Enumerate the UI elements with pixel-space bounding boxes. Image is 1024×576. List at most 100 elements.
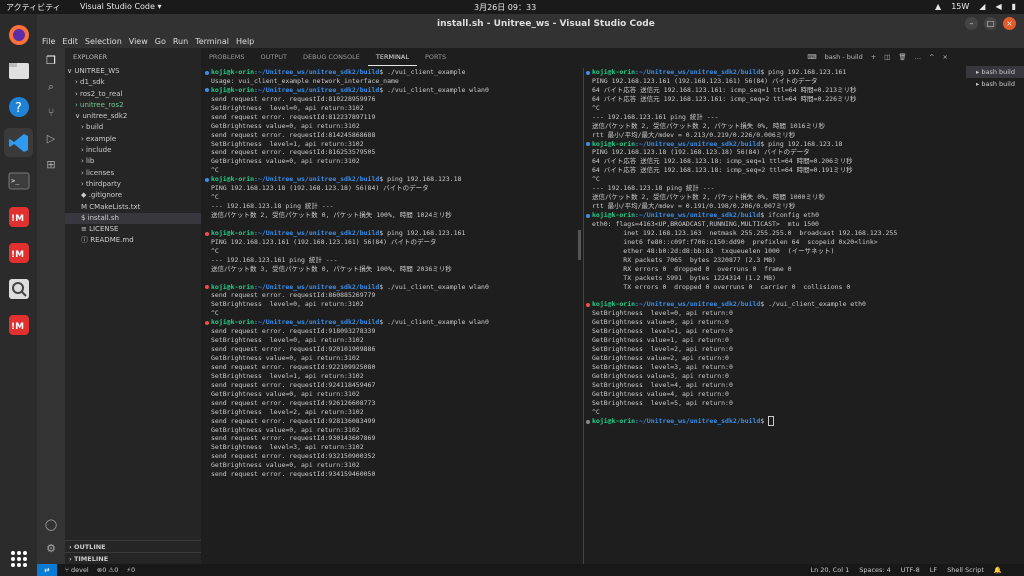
menu-item-run[interactable]: Run bbox=[173, 37, 188, 46]
status-item[interactable]: Shell Script bbox=[947, 566, 984, 574]
terminal-line: --- 192.168.123.18 ping 統計 --- bbox=[211, 202, 334, 211]
terminal-divider[interactable] bbox=[583, 68, 584, 564]
tab-terminal[interactable]: TERMINAL bbox=[367, 48, 417, 66]
tree-item[interactable]: › build bbox=[65, 122, 201, 133]
app-menu[interactable]: Visual Studio Code ▾ bbox=[80, 2, 162, 11]
app-red-icon[interactable]: !M bbox=[4, 238, 33, 267]
system-top-bar: アクティビティ Visual Studio Code ▾ 3月26日 09：33… bbox=[0, 0, 1024, 14]
terminal-line: send request error. requestId:9301436078… bbox=[211, 434, 376, 443]
menu-item-go[interactable]: Go bbox=[155, 37, 166, 46]
more-icon[interactable]: … bbox=[915, 53, 922, 61]
command-text: ping 192.168.123.18 bbox=[387, 175, 462, 184]
status-item[interactable]: 🔔 bbox=[994, 566, 1002, 574]
terminal-left[interactable]: koji@k-orin :~/Unitree_ws/unitree_sdk2/bu… bbox=[211, 68, 576, 564]
status-item[interactable]: Ln 20, Col 1 bbox=[810, 566, 849, 574]
prompt-user: koji@k-orin bbox=[211, 228, 255, 237]
prompt-path: :~/Unitree_ws/unitree_sdk2/build bbox=[635, 416, 761, 425]
maximize-button[interactable]: □ bbox=[984, 17, 997, 30]
search-icon[interactable]: ⌕ bbox=[43, 80, 59, 96]
tree-item[interactable]: ◆ .gitignore bbox=[65, 190, 201, 201]
tree-item[interactable]: › unitree_ros2 bbox=[65, 100, 201, 111]
tree-item[interactable]: › lib bbox=[65, 156, 201, 167]
tree-item[interactable]: › d1_sdk bbox=[65, 77, 201, 88]
minimize-button[interactable]: – bbox=[965, 17, 978, 30]
tree-item[interactable]: › licenses bbox=[65, 168, 201, 179]
shell-item[interactable]: ▸ bash build bbox=[966, 78, 1024, 90]
add-terminal-button[interactable]: + bbox=[871, 53, 876, 61]
menu-item-edit[interactable]: Edit bbox=[62, 37, 78, 46]
menu-item-terminal[interactable]: Terminal bbox=[195, 37, 229, 46]
terminal-right[interactable]: koji@k-orin :~/Unitree_ws/unitree_sdk2/bu… bbox=[592, 68, 974, 564]
tab-debug-console[interactable]: DEBUG CONSOLE bbox=[295, 53, 368, 61]
status-item[interactable]: LF bbox=[930, 566, 937, 574]
trash-icon[interactable]: 🗑 bbox=[898, 53, 906, 61]
clock[interactable]: 3月26日 09：33 bbox=[474, 2, 536, 13]
prompt-path: :~/Unitree_ws/unitree_sdk2/build bbox=[254, 85, 380, 94]
split-terminal-icon[interactable]: ◫ bbox=[884, 53, 890, 61]
vscode-icon[interactable] bbox=[4, 128, 33, 157]
tree-item[interactable]: › thirdparty bbox=[65, 179, 201, 190]
terminal-line: send request error. requestId:8162535795… bbox=[211, 148, 376, 157]
left-scrollbar[interactable] bbox=[578, 230, 581, 260]
activities-button[interactable]: アクティビティ bbox=[6, 2, 61, 13]
tree-item[interactable]: ≡ LICENSE bbox=[65, 224, 201, 235]
status-item[interactable]: UTF-8 bbox=[901, 566, 920, 574]
firefox-icon[interactable] bbox=[4, 20, 33, 49]
terminal-line: PING 192.168.123.161 (192.168.123.161) 5… bbox=[211, 237, 437, 246]
close-button[interactable]: × bbox=[1003, 17, 1016, 30]
gear-icon[interactable]: ⚙ bbox=[43, 542, 59, 558]
terminal-line: SetBrightness level=1, api return:0 bbox=[592, 327, 733, 336]
prompt-symbol: $ bbox=[760, 68, 769, 76]
close-panel-icon[interactable]: × bbox=[943, 53, 948, 61]
terminal-line: TX errors 0 dropped 0 overruns 0 carrier… bbox=[592, 282, 851, 291]
menu-item-view[interactable]: View bbox=[129, 37, 148, 46]
help-icon[interactable]: ? bbox=[4, 92, 33, 121]
tree-item[interactable]: $ install.sh bbox=[65, 212, 201, 225]
tree-item[interactable]: › ros2_to_real bbox=[65, 89, 201, 100]
maximize-panel-icon[interactable]: ^ bbox=[929, 53, 934, 61]
explorer-icon[interactable]: ❐ bbox=[43, 54, 59, 70]
tab-ports[interactable]: PORTS bbox=[417, 53, 454, 61]
prompt-user: koji@k-orin bbox=[592, 300, 636, 309]
tree-item[interactable]: M CMakeLists.txt bbox=[65, 202, 201, 213]
timeline-section[interactable]: › TIMELINE bbox=[65, 552, 201, 564]
exit-status-dot bbox=[205, 70, 209, 75]
outline-section[interactable]: › OUTLINE bbox=[65, 540, 201, 552]
source-control-icon[interactable]: ⑂ bbox=[43, 106, 59, 122]
shell-label[interactable]: bash - build bbox=[825, 53, 863, 61]
tree-item[interactable]: › example bbox=[65, 134, 201, 145]
tree-item[interactable]: ∨ unitree_sdk2 bbox=[65, 111, 201, 122]
terminal-line: GetBrightness value=0, api return:3102 bbox=[211, 389, 360, 398]
files-icon[interactable] bbox=[4, 56, 33, 85]
menu-item-help[interactable]: Help bbox=[236, 37, 254, 46]
terminal-line: SetBrightness level=0, api return:3102 bbox=[211, 336, 364, 345]
magnifier-icon[interactable] bbox=[4, 274, 33, 303]
run-debug-icon[interactable]: ▷ bbox=[43, 132, 59, 148]
system-tray[interactable]: ▲ 15W ◢ ◀ ▮ bbox=[935, 2, 1016, 11]
terminal-line: send request error. requestId:8102289599… bbox=[211, 94, 376, 103]
status-item[interactable]: ⊗0 ⚠0 bbox=[97, 566, 119, 574]
app-red-icon[interactable]: !M bbox=[4, 202, 33, 231]
terminal-icon[interactable]: >_ bbox=[4, 166, 33, 195]
status-item[interactable]: ⚡0 bbox=[126, 566, 135, 574]
app-red-icon[interactable]: !M bbox=[4, 310, 33, 339]
status-item[interactable]: ⑂ devel bbox=[65, 566, 89, 574]
tab-problems[interactable]: PROBLEMS bbox=[201, 53, 252, 61]
menu-item-file[interactable]: File bbox=[42, 37, 55, 46]
tree-item[interactable]: ⓘ README.md bbox=[65, 235, 201, 246]
tree-item[interactable]: › include bbox=[65, 145, 201, 156]
shell-item[interactable]: ▸ bash build bbox=[966, 66, 1024, 78]
remote-icon[interactable]: ⇄ bbox=[37, 564, 57, 576]
menu-item-selection[interactable]: Selection bbox=[85, 37, 122, 46]
terminal-line: SetBrightness level=0, api return:0 bbox=[592, 309, 733, 318]
extensions-icon[interactable]: ⊞ bbox=[43, 158, 59, 174]
prompt-path: :~/Unitree_ws/unitree_sdk2/build bbox=[254, 68, 380, 76]
terminal-line: SetBrightness level=2, api return:0 bbox=[592, 345, 733, 354]
account-icon[interactable]: ◯ bbox=[43, 518, 59, 534]
tab-output[interactable]: OUTPUT bbox=[252, 53, 295, 61]
status-item[interactable]: Spaces: 4 bbox=[859, 566, 891, 574]
command-text: ifconfig eth0 bbox=[768, 211, 819, 219]
app-grid-icon[interactable] bbox=[4, 544, 33, 573]
terminal-line: SetBrightness level=3, api return:3102 bbox=[211, 443, 364, 452]
tree-item[interactable]: ∨ UNITREE_WS bbox=[65, 66, 201, 77]
